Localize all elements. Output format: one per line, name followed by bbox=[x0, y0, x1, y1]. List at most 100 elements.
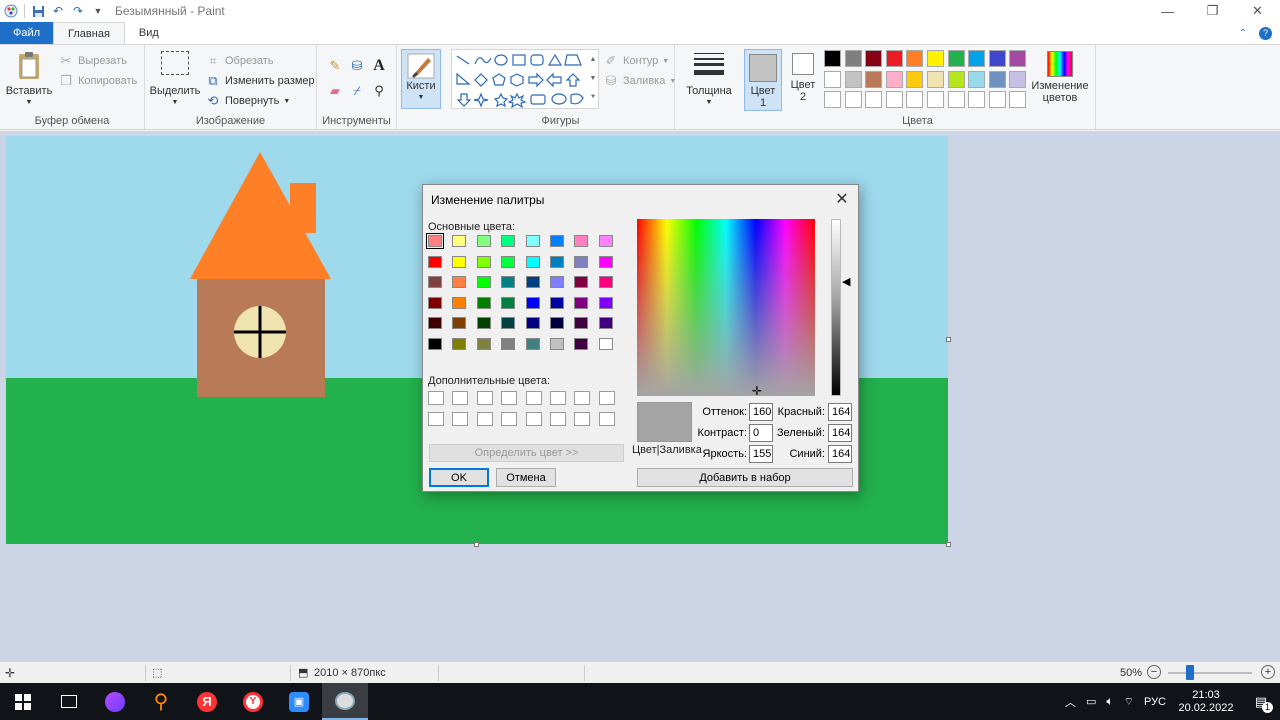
crop-button[interactable]: ⌗ Обрезать bbox=[205, 53, 273, 69]
basic-color-swatch[interactable] bbox=[598, 255, 613, 268]
zoom-app-button[interactable]: ▣ bbox=[276, 683, 322, 720]
basic-color-swatch[interactable] bbox=[550, 338, 564, 350]
basic-color-swatch[interactable] bbox=[598, 338, 613, 350]
palette-swatch[interactable] bbox=[927, 70, 944, 88]
custom-color-swatch[interactable] bbox=[428, 391, 444, 405]
define-color-button[interactable]: Определить цвет >> bbox=[429, 444, 624, 462]
palette-swatch[interactable] bbox=[865, 50, 883, 67]
palette-swatch[interactable] bbox=[865, 70, 883, 88]
yandex-button[interactable]: Я bbox=[184, 683, 230, 720]
basic-color-swatch[interactable] bbox=[452, 338, 467, 350]
paste-button[interactable]: Вставить ▼ bbox=[6, 51, 52, 109]
task-view-button[interactable] bbox=[46, 683, 92, 720]
custom-color-swatch[interactable] bbox=[550, 391, 566, 405]
redo-icon[interactable]: ↷ bbox=[71, 4, 85, 18]
basic-color-swatch[interactable] bbox=[598, 276, 613, 289]
custom-color-swatch[interactable] bbox=[598, 391, 615, 405]
basic-color-swatch[interactable] bbox=[525, 276, 540, 289]
saturation-field[interactable]: 0 bbox=[749, 424, 773, 442]
paint-taskbar-button[interactable] bbox=[322, 683, 368, 720]
basic-color-swatch[interactable] bbox=[428, 317, 442, 330]
basic-color-swatch[interactable] bbox=[476, 296, 491, 309]
tab-view[interactable]: Вид bbox=[125, 22, 173, 44]
basic-color-swatch[interactable] bbox=[501, 255, 516, 268]
custom-color-swatch[interactable] bbox=[476, 412, 493, 426]
basic-color-swatch[interactable] bbox=[550, 317, 564, 330]
basic-color-swatch[interactable] bbox=[550, 296, 564, 309]
undo-icon[interactable]: ↶ bbox=[51, 4, 65, 18]
tab-home[interactable]: Главная bbox=[53, 22, 125, 44]
palette-swatch[interactable] bbox=[988, 70, 1006, 88]
palette-swatch[interactable] bbox=[1009, 50, 1027, 67]
color-spectrum[interactable] bbox=[637, 219, 815, 396]
blue-field[interactable]: 164 bbox=[828, 445, 852, 463]
palette-swatch[interactable] bbox=[968, 50, 986, 67]
text-icon[interactable]: A bbox=[371, 57, 387, 74]
hue-field[interactable]: 160 bbox=[749, 403, 773, 421]
basic-color-swatch[interactable] bbox=[452, 235, 467, 247]
outline-button[interactable]: ✐ Контур ▼ bbox=[603, 53, 670, 69]
palette-swatch[interactable] bbox=[824, 70, 841, 88]
basic-color-swatch[interactable] bbox=[501, 338, 516, 350]
basic-color-swatch[interactable] bbox=[476, 276, 491, 289]
ok-button[interactable]: OK bbox=[429, 468, 489, 487]
palette-swatch[interactable] bbox=[947, 70, 965, 88]
edit-colors-button[interactable]: Изменение цветов bbox=[1028, 51, 1092, 104]
palette-swatch[interactable] bbox=[824, 50, 841, 67]
close-button[interactable]: ✕ bbox=[1235, 0, 1280, 22]
basic-color-swatch[interactable] bbox=[574, 317, 589, 330]
start-button[interactable] bbox=[0, 683, 46, 720]
basic-color-swatch[interactable] bbox=[452, 255, 467, 268]
basic-color-swatch[interactable] bbox=[525, 317, 540, 330]
basic-color-swatch[interactable] bbox=[452, 317, 467, 330]
palette-swatch[interactable] bbox=[844, 70, 862, 88]
basic-color-swatch[interactable] bbox=[525, 255, 540, 268]
yandex-browser-button[interactable]: Y bbox=[230, 683, 276, 720]
basic-color-swatch[interactable] bbox=[501, 317, 516, 330]
resize-handle-bottom[interactable] bbox=[474, 542, 479, 547]
palette-swatch[interactable] bbox=[947, 91, 965, 108]
language-indicator[interactable]: РУС bbox=[1144, 696, 1166, 708]
palette-swatch[interactable] bbox=[906, 70, 924, 88]
palette-swatch[interactable] bbox=[865, 91, 883, 108]
basic-color-swatch[interactable] bbox=[452, 276, 467, 289]
help-icon[interactable]: ? bbox=[1259, 26, 1272, 40]
notifications-icon[interactable]: ▤ 1 bbox=[1246, 694, 1276, 713]
palette-swatch[interactable] bbox=[824, 91, 841, 108]
paint-app-icon[interactable] bbox=[4, 4, 18, 18]
thickness-button[interactable]: Толщина ▼ bbox=[681, 51, 737, 109]
add-to-custom-button[interactable]: Добавить в набор bbox=[637, 468, 853, 487]
resize-button[interactable]: ⧉ Изменить размер bbox=[205, 73, 314, 89]
shapes-icons[interactable] bbox=[455, 52, 595, 110]
luminance-field[interactable]: 155 bbox=[749, 445, 773, 463]
basic-color-swatch[interactable] bbox=[550, 235, 564, 247]
basic-color-swatch[interactable] bbox=[476, 338, 491, 350]
battery-icon[interactable]: ▭ bbox=[1086, 695, 1096, 708]
fill-bucket-icon[interactable]: ⛁ bbox=[349, 58, 365, 74]
basic-color-swatch[interactable] bbox=[574, 296, 589, 309]
resize-handle-corner[interactable] bbox=[946, 542, 951, 547]
basic-color-swatch[interactable] bbox=[598, 235, 613, 247]
search-button[interactable]: ⚲ bbox=[138, 683, 184, 720]
basic-color-swatch[interactable] bbox=[428, 338, 442, 350]
customize-chevron-icon[interactable]: ▼ bbox=[91, 4, 105, 18]
custom-color-swatch[interactable] bbox=[574, 412, 591, 426]
palette-swatch[interactable] bbox=[885, 50, 903, 67]
custom-color-swatch[interactable] bbox=[550, 412, 566, 426]
minimize-button[interactable]: — bbox=[1145, 0, 1190, 22]
cancel-button[interactable]: Отмена bbox=[496, 468, 556, 487]
basic-color-swatch[interactable] bbox=[574, 276, 589, 289]
basic-color-swatch[interactable] bbox=[501, 235, 516, 247]
luminance-slider[interactable] bbox=[831, 219, 841, 396]
basic-color-swatch[interactable] bbox=[476, 317, 491, 330]
custom-color-swatch[interactable] bbox=[452, 391, 469, 405]
custom-color-swatch[interactable] bbox=[501, 412, 518, 426]
palette-swatch[interactable] bbox=[968, 91, 986, 108]
pencil-icon[interactable]: ✎ bbox=[327, 58, 343, 74]
palette-swatch[interactable] bbox=[1009, 91, 1027, 108]
custom-color-swatch[interactable] bbox=[525, 412, 542, 426]
custom-color-swatch[interactable] bbox=[476, 391, 493, 405]
palette-swatch[interactable] bbox=[1009, 70, 1027, 88]
collapse-ribbon-icon[interactable]: ⌃ bbox=[1239, 28, 1247, 39]
palette-swatch[interactable] bbox=[927, 50, 944, 67]
